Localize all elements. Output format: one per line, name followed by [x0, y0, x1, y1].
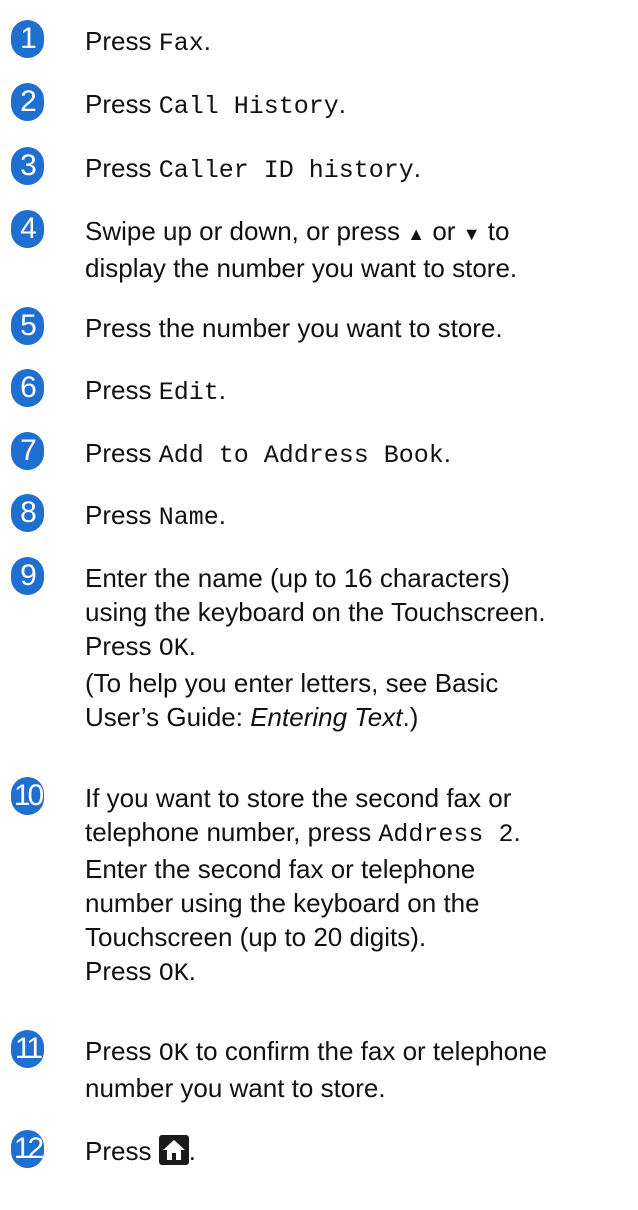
code-label: Fax — [158, 29, 204, 58]
step-text: Enter the name (up to 16 characters) usi… — [85, 563, 546, 732]
step-number-badge: 9 — [11, 557, 44, 595]
step-text: Press Call History. — [85, 89, 346, 121]
code-label: Add to Address Book — [158, 441, 444, 470]
step-number-badge: 1 — [11, 20, 44, 58]
step-text: Press Add to Address Book. — [85, 438, 451, 470]
step-number-badge: 6 — [11, 369, 44, 407]
step-text: Press OK to confirm the fax or telephone… — [85, 1036, 548, 1103]
step-number-badge: 3 — [11, 147, 44, 185]
step-text: Swipe up or down, or press ▲ or ▼ to dis… — [85, 216, 518, 283]
guide-reference: Entering Text — [250, 702, 403, 732]
code-label: OK — [158, 634, 189, 663]
step-number-badge: 10 — [11, 777, 44, 815]
code-label: Caller ID history — [158, 156, 414, 185]
code-label: OK — [158, 1039, 189, 1068]
down-arrow-icon: ▼ — [462, 224, 481, 244]
code-label: Address 2 — [378, 820, 514, 849]
step-text: Press . — [85, 1135, 196, 1166]
code-label: Edit — [158, 378, 219, 407]
step-number-badge: 7 — [11, 432, 44, 470]
step-text: Press the number you want to store. — [85, 313, 503, 343]
step-number-badge: 4 — [11, 210, 44, 248]
step-number-badge: 2 — [11, 83, 44, 121]
step-number-badge: 5 — [11, 307, 44, 345]
code-label: Call History — [158, 92, 339, 121]
up-arrow-icon: ▲ — [407, 224, 426, 244]
step-number-badge: 12 — [11, 1130, 44, 1168]
code-label: OK — [158, 959, 189, 988]
step-number-badge: 8 — [11, 494, 44, 532]
step-text: If you want to store the second fax or t… — [85, 783, 521, 988]
step-text: Press Caller ID history. — [85, 153, 421, 185]
step-text: Press Fax. — [85, 26, 211, 58]
instruction-steps: 1 Press Fax. 2 Press Call History. 3 Pre… — [0, 0, 638, 1210]
step-number-badge: 11 — [11, 1030, 44, 1068]
step-text: Press Edit. — [85, 375, 226, 407]
step-text: Press Name. — [85, 500, 226, 532]
code-label: Name — [158, 503, 219, 532]
home-icon — [158, 1135, 189, 1165]
